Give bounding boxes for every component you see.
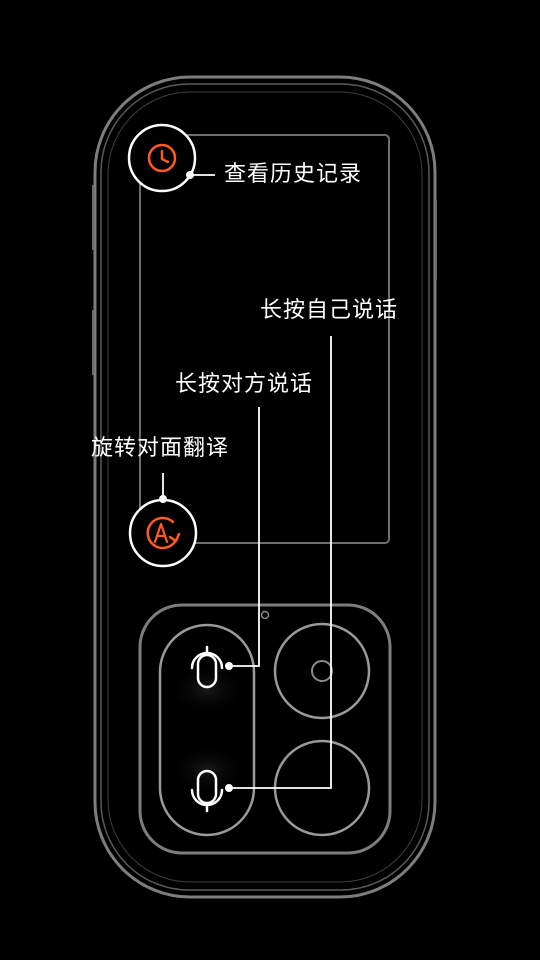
camera-dot [260,610,270,620]
top-right-button [273,622,371,720]
history-callout-label: 查看历史记录 [224,162,363,187]
device-screen [139,134,390,544]
rotate-callout-label: 旋转对面翻译 [91,436,230,461]
self-speak-callout-label: 长按自己说话 [260,298,399,323]
other-speak-callout-label: 长按对方说话 [175,372,314,397]
top-right-button-inner [311,660,333,682]
self-speak-button[interactable] [162,731,252,833]
device-body [93,75,437,899]
rotate-translate-button[interactable] [130,500,196,566]
other-speak-button[interactable] [162,627,252,731]
side-buttons [92,185,437,375]
history-button[interactable] [129,125,195,191]
device-illustration [92,75,437,899]
